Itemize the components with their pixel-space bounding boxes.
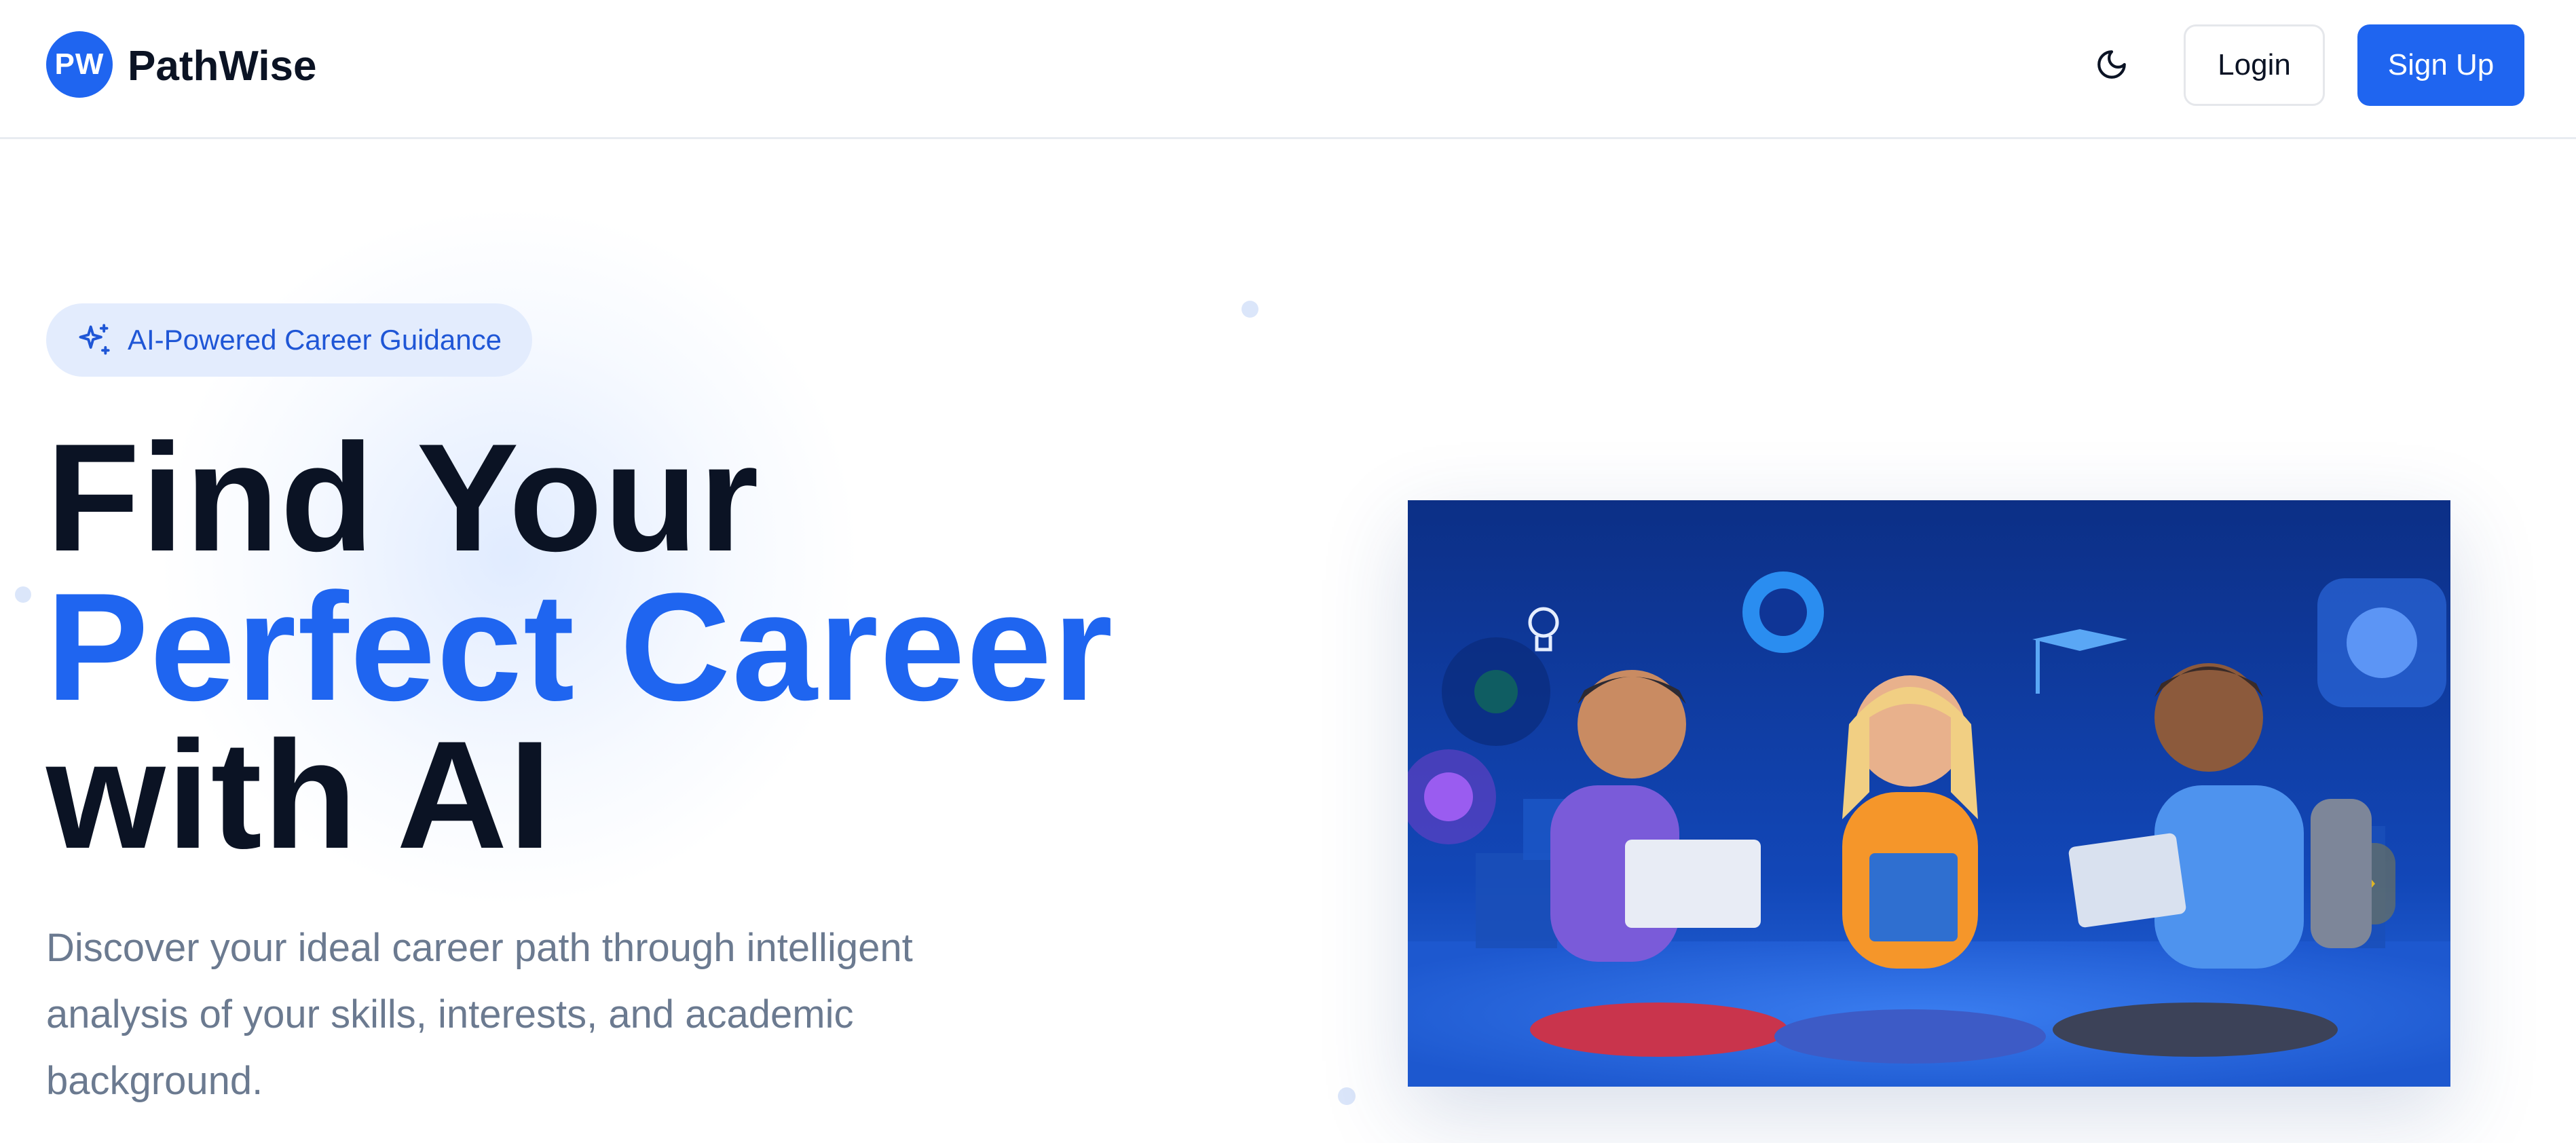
brand-name[interactable]: PathWise	[128, 42, 317, 90]
decorative-dot	[1338, 1087, 1356, 1105]
moon-icon	[2097, 50, 2126, 79]
top-navbar: PW PathWise Login Sign Up	[0, 0, 2576, 139]
decorative-circle	[1474, 670, 1518, 713]
signup-button[interactable]: Sign Up	[2357, 24, 2524, 106]
decorative-circle	[1424, 772, 1473, 821]
logo-badge[interactable]: PW	[46, 31, 113, 98]
ai-guidance-badge: AI-Powered Career Guidance	[46, 303, 532, 377]
login-button[interactable]: Login	[2184, 24, 2325, 106]
decorative-circle	[2347, 607, 2417, 678]
decorative-dot	[15, 586, 31, 603]
hero-title-line-3: with AI	[46, 709, 553, 880]
gear-icon	[1742, 572, 1824, 653]
hero-illustration	[1408, 500, 2450, 1087]
students-illustration	[1408, 500, 2450, 1087]
hero-title-line-2: Perfect Career	[46, 561, 1115, 732]
sparkles-icon	[79, 324, 110, 355]
badge-text: AI-Powered Career Guidance	[128, 324, 502, 356]
hero-description: Discover your ideal career path through …	[46, 926, 913, 1103]
decorative-dot	[1242, 301, 1258, 318]
theme-toggle-button[interactable]	[2089, 42, 2134, 87]
hero-title-line-1: Find Your	[46, 411, 760, 583]
